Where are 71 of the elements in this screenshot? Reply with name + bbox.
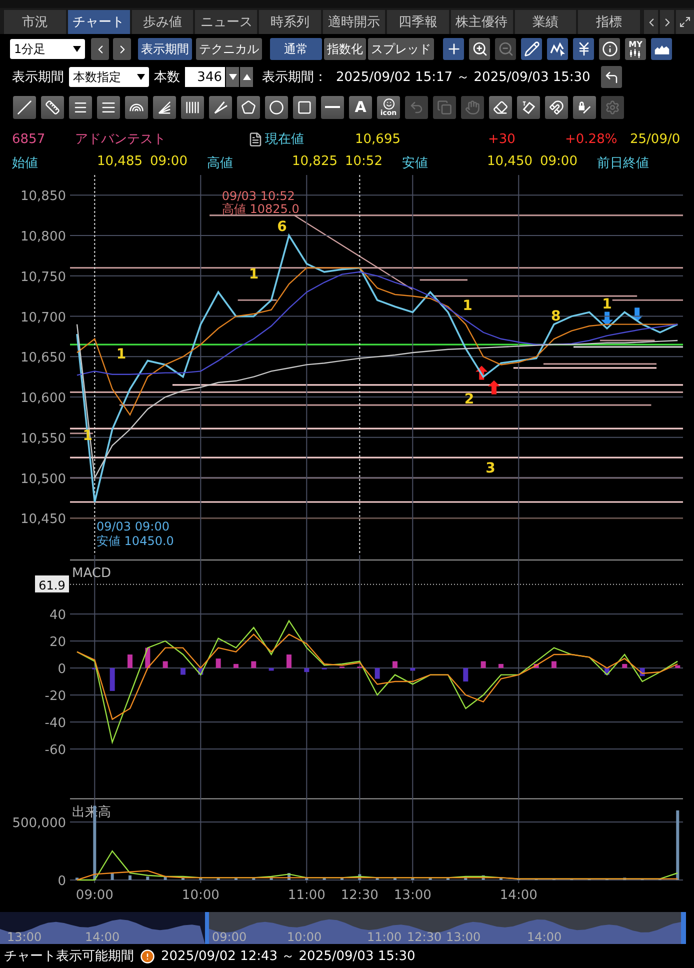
price-change-percent: +0.28% [565,132,618,146]
axis-tick-label: 10,750 [20,270,66,285]
status-label: チャート表示可能期間 [4,948,134,965]
navigator-tick-label: 14:00 [527,930,562,944]
price-time: 10:52 [345,154,384,171]
price-note: 高値 10825.0 [222,202,300,216]
price-note: 09/03 09:00 [96,519,170,534]
current-price-label: 現在値 [265,131,305,148]
pattern-number: 1 [602,296,612,312]
axis-tick-label: 0 [58,662,66,677]
axis-tick-label: 10,850 [20,189,66,204]
period-label: 表示期間 [12,69,64,86]
stock-name: アドバンテスト [75,131,167,148]
price-note: 09/03 10:52 [222,189,295,204]
tool-text: A [354,99,366,115]
axis-tick-label: 10:00 [182,888,220,903]
price-label: 前日終値 [597,155,650,172]
axis-tick-label: 40 [49,608,66,623]
pattern-number: 2 [464,392,474,408]
pattern-number: 3 [486,460,496,476]
navigator-tick-label: 10:00 [287,930,322,944]
axis-tick-label: 13:00 [394,888,432,903]
axis-tick-label: 10,600 [20,391,66,406]
navigator-tick-label: 13:00 [446,930,481,944]
price-label: 高値 [207,155,234,172]
period-range-label: 表示期間： [262,69,327,86]
current-price: 10,695 [355,132,402,146]
stock-code: 6857 [12,132,46,146]
navigator-tick-label: 14:00 [85,930,120,944]
current-value-label: 61.9 [35,575,69,592]
price-change: +30 [488,132,516,146]
axis-tick-label: 500,000 [12,816,66,831]
pattern-number: 6 [277,218,287,235]
price-note: 安値 10450.0 [96,534,174,548]
price-time: 09:00 [150,154,188,171]
period-range-value: 2025/09/02 15:17 ～ 2025/09/03 15:30 [336,69,590,86]
price-value: 10,825 [292,154,338,171]
price-value: 10,450 [487,154,534,171]
axis-tick-label: 10,700 [20,310,66,326]
axis-tick-label: 12:30 [340,888,378,903]
pattern-number: 1 [116,346,126,362]
price-value: 10,485 [97,154,144,171]
axis-tick-label: 10,800 [20,230,66,245]
axis-tick-label: -20 [44,689,66,704]
axis-tick-label: 14:00 [500,888,538,903]
axis-tick-label: 10,500 [20,472,66,487]
axis-tick-label: -60 [44,743,66,758]
quote-date: 25/09/0 [630,132,682,146]
price-time: 09:00 [540,154,578,171]
navigator-tick-label: 13:00 [7,930,42,944]
my-text: MY [628,40,642,48]
chart-title: MACD [72,566,111,581]
price-label: 安値 [402,155,429,172]
axis-tick-label: 0 [58,874,66,889]
status-period: 2025/09/02 12:43 ～ 2025/09/03 15:30 [161,948,416,965]
pattern-number: 8 [550,308,561,324]
axis-tick-label: -40 [44,716,66,731]
price-label: 始値 [12,155,39,172]
axis-tick-label: 10,550 [20,431,66,446]
navigator-tick-label: 12:30 [407,930,442,944]
navigator-tick-label: 11:00 [367,930,402,944]
axis-tick-label: 10,450 [20,512,66,528]
axis-tick-label: 20 [49,635,66,650]
navigator-tick-label: 09:00 [212,930,247,944]
pattern-number: 1 [248,266,259,282]
pattern-number: 1 [462,298,472,314]
axis-tick-label: 09:00 [76,888,114,903]
count-label: 本数 [154,69,180,86]
axis-tick-label: 10,650 [20,350,66,366]
axis-tick-label: 11:00 [288,888,326,903]
pattern-number: 1 [82,428,93,444]
